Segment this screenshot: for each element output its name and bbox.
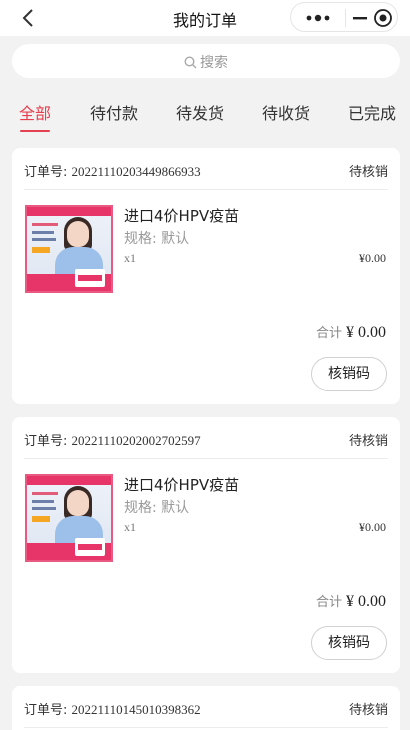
order-header: 订单号: 20221110145010398362 待核销	[24, 686, 388, 728]
search-icon	[184, 56, 197, 69]
order-number-value: 20221110145010398362	[71, 702, 201, 717]
order-total: 合计 ¥ 0.00	[316, 322, 386, 342]
order-number: 订单号: 20221110145010398362	[24, 699, 201, 718]
order-status: 待核销	[348, 165, 388, 180]
tab-all[interactable]: 全部	[19, 100, 51, 124]
verify-code-button[interactable]: 核销码	[311, 626, 387, 660]
tab-pending-shipment[interactable]: 待发货	[176, 100, 224, 124]
order-number-label: 订单号:	[24, 434, 68, 449]
total-label: 合计	[315, 595, 342, 610]
order-number: 订单号: 20221110202002702597	[24, 430, 201, 449]
product-spec: 规格: 默认	[124, 228, 189, 248]
search-placeholder: 搜索	[12, 52, 400, 72]
total-amount: ¥ 0.00	[346, 593, 386, 610]
order-card[interactable]: 订单号: 20221110203449866933 待核销 进口4价HPV疫苗 …	[12, 148, 400, 404]
order-number-label: 订单号:	[24, 703, 68, 718]
tab-pending-receipt[interactable]: 待收货	[262, 100, 310, 124]
top-nav-bar: 我的订单	[0, 0, 410, 36]
active-tab-indicator	[20, 130, 50, 132]
product-spec: 规格: 默认	[124, 497, 189, 517]
order-status: 待核销	[348, 434, 388, 449]
product-quantity: x1	[124, 251, 136, 265]
search-placeholder-text: 搜索	[200, 55, 228, 71]
product-thumbnail[interactable]	[25, 474, 113, 562]
minimize-icon[interactable]	[349, 9, 371, 27]
more-dots-icon[interactable]	[301, 9, 335, 27]
order-number-value: 20221110203449866933	[71, 164, 201, 179]
product-quantity: x1	[124, 520, 136, 534]
order-card[interactable]: 订单号: 20221110202002702597 待核销 进口4价HPV疫苗 …	[12, 417, 400, 673]
capsule-divider	[345, 9, 346, 27]
order-number-value: 20221110202002702597	[71, 433, 201, 448]
order-card[interactable]: 订单号: 20221110145010398362 待核销	[12, 686, 400, 730]
order-number-label: 订单号:	[24, 165, 68, 180]
order-status: 待核销	[348, 703, 388, 718]
order-header: 订单号: 20221110203449866933 待核销	[24, 148, 388, 190]
spec-label: 规格:	[124, 231, 157, 247]
spec-value: 默认	[161, 231, 190, 247]
spec-value: 默认	[161, 500, 190, 516]
order-header: 订单号: 20221110202002702597 待核销	[24, 417, 388, 459]
product-price: ¥0.00	[359, 520, 386, 534]
search-area: 搜索	[0, 36, 410, 86]
order-total: 合计 ¥ 0.00	[316, 591, 386, 611]
search-input[interactable]: 搜索	[12, 44, 400, 78]
spec-label: 规格:	[124, 500, 157, 516]
product-price: ¥0.00	[359, 251, 386, 265]
tab-pending-payment[interactable]: 待付款	[90, 100, 138, 124]
product-thumbnail[interactable]	[25, 205, 113, 293]
close-target-icon[interactable]	[373, 8, 393, 28]
verify-code-button[interactable]: 核销码	[311, 357, 387, 391]
mini-program-capsule	[290, 2, 398, 32]
tab-completed[interactable]: 已完成	[348, 100, 396, 124]
total-amount: ¥ 0.00	[346, 324, 386, 341]
product-name: 进口4价HPV疫苗	[124, 207, 240, 225]
order-number: 订单号: 20221110203449866933	[24, 161, 201, 180]
product-name: 进口4价HPV疫苗	[124, 476, 240, 494]
total-label: 合计	[315, 326, 342, 341]
order-status-tabs: 全部 待付款 待发货 待收货 已完成	[0, 86, 410, 134]
